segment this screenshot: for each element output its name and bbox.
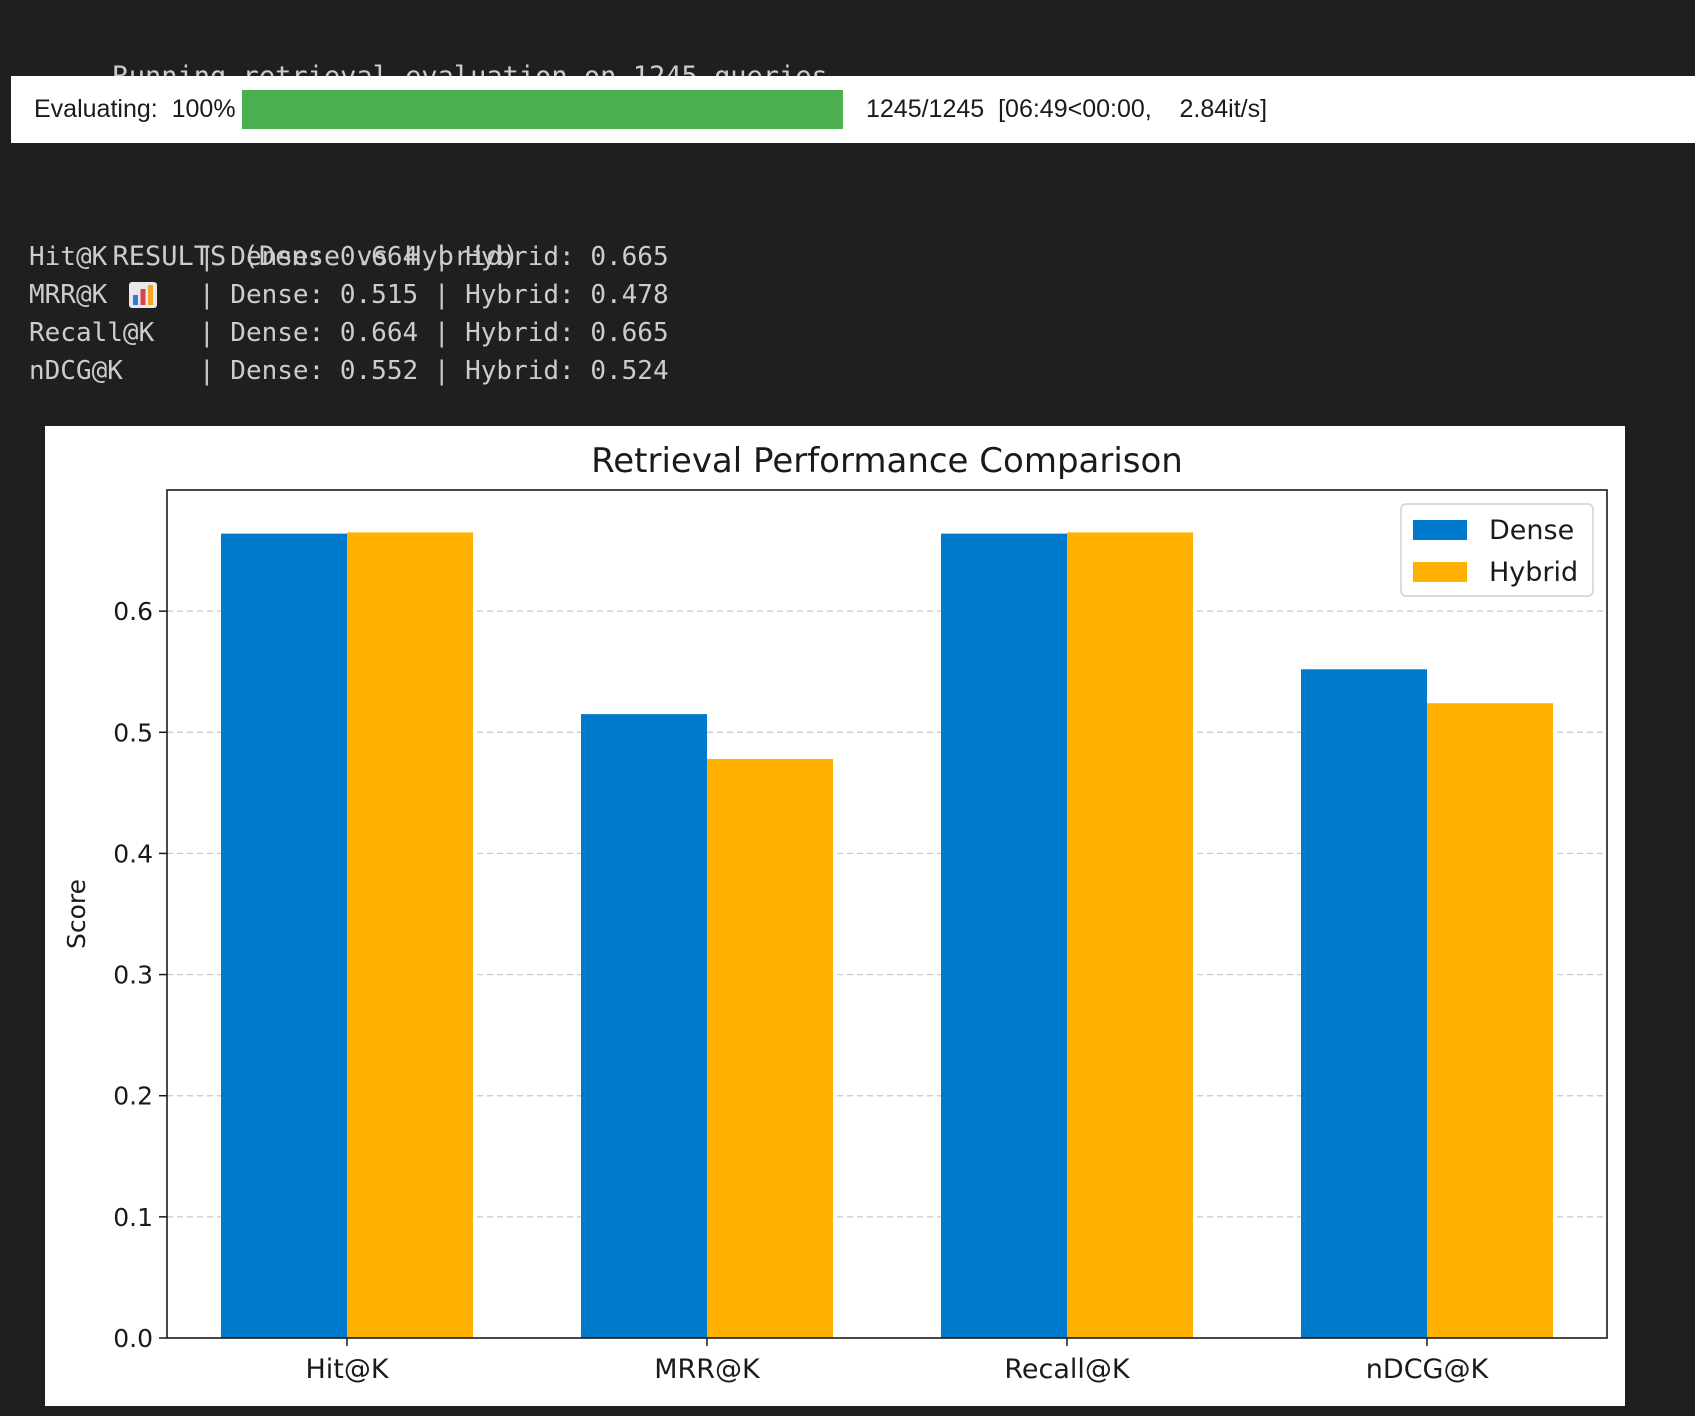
results-hybrid: | Hybrid: 0.665 bbox=[433, 242, 669, 272]
results-metric: Recall@K bbox=[29, 318, 155, 348]
results-row-ndcg: nDCG@K | Dense: 0.552 | Hybrid: 0.524 bbox=[29, 352, 669, 390]
y-tick-label: 0.1 bbox=[113, 1203, 153, 1232]
results-row-mrr: MRR@K | Dense: 0.515 | Hybrid: 0.478 bbox=[29, 276, 669, 314]
bar-dense-hit-at-k bbox=[221, 533, 347, 1338]
y-tick-label: 0.3 bbox=[113, 961, 153, 990]
results-row-recall: Recall@K | Dense: 0.664 | Hybrid: 0.665 bbox=[29, 314, 669, 352]
results-dense: | Dense: 0.552 bbox=[199, 356, 419, 386]
x-tick-label: Recall@K bbox=[1004, 1354, 1131, 1385]
bar-hybrid-recall-at-k bbox=[1067, 532, 1193, 1338]
results-dense: | Dense: 0.664 bbox=[199, 242, 419, 272]
y-tick-label: 0.0 bbox=[113, 1324, 153, 1353]
x-tick-label: MRR@K bbox=[654, 1354, 761, 1385]
y-tick-label: 0.4 bbox=[113, 839, 153, 868]
y-tick-label: 0.5 bbox=[113, 718, 153, 747]
progress-timing: [06:49<00:00, bbox=[998, 95, 1152, 123]
results-dense: | Dense: 0.664 bbox=[199, 318, 419, 348]
chart-panel: Retrieval Performance Comparison 0.0 0.1 0.… bbox=[45, 426, 1625, 1406]
results-metric: MRR@K bbox=[29, 280, 108, 310]
progress-stats: 1245/1245 [06:49<00:00, 2.84it/s] bbox=[866, 76, 1267, 143]
results-metric: nDCG@K bbox=[29, 356, 123, 386]
progress-count: 1245/1245 bbox=[866, 95, 985, 123]
legend-swatch-hybrid bbox=[1413, 562, 1467, 582]
bar-dense-ndcg-at-k bbox=[1301, 669, 1427, 1338]
progress-rate: 2.84it/s] bbox=[1179, 95, 1268, 123]
results-metric: Hit@K bbox=[29, 242, 108, 272]
y-tick-label: 0.2 bbox=[113, 1082, 153, 1111]
progress-bar-fill bbox=[242, 90, 843, 129]
legend-label-hybrid: Hybrid bbox=[1489, 557, 1578, 588]
results-dense: | Dense: 0.515 bbox=[199, 280, 419, 310]
bar-hybrid-hit-at-k bbox=[347, 532, 473, 1338]
progress-label: Evaluating: bbox=[34, 95, 158, 123]
progress-description: Evaluating: 100% bbox=[34, 76, 236, 143]
progress-strip: Evaluating: 100% 1245/1245 [06:49<00:00,… bbox=[11, 76, 1695, 143]
bar-hybrid-ndcg-at-k bbox=[1427, 703, 1553, 1338]
results-hybrid: | Hybrid: 0.478 bbox=[433, 280, 669, 310]
legend-label-dense: Dense bbox=[1489, 515, 1574, 546]
x-tick-label: Hit@K bbox=[305, 1354, 389, 1385]
x-tick-label: nDCG@K bbox=[1366, 1354, 1490, 1385]
chart-title: Retrieval Performance Comparison bbox=[591, 441, 1183, 481]
bar-dense-recall-at-k bbox=[941, 533, 1067, 1338]
bar-chart: Retrieval Performance Comparison 0.0 0.1 0.… bbox=[62, 441, 1608, 1385]
bar-hybrid-mrr-at-k bbox=[707, 758, 833, 1338]
y-axis-label: Score bbox=[62, 879, 91, 949]
results-row-hit: Hit@K | Dense: 0.664 | Hybrid: 0.665 bbox=[29, 238, 669, 276]
results-hybrid: | Hybrid: 0.665 bbox=[433, 318, 669, 348]
bar-dense-mrr-at-k bbox=[581, 714, 707, 1338]
progress-bar bbox=[242, 90, 843, 129]
progress-percent: 100% bbox=[171, 95, 236, 123]
results-hybrid: | Hybrid: 0.524 bbox=[433, 356, 669, 386]
y-tick-label: 0.6 bbox=[113, 597, 153, 626]
legend-swatch-dense bbox=[1413, 520, 1467, 540]
